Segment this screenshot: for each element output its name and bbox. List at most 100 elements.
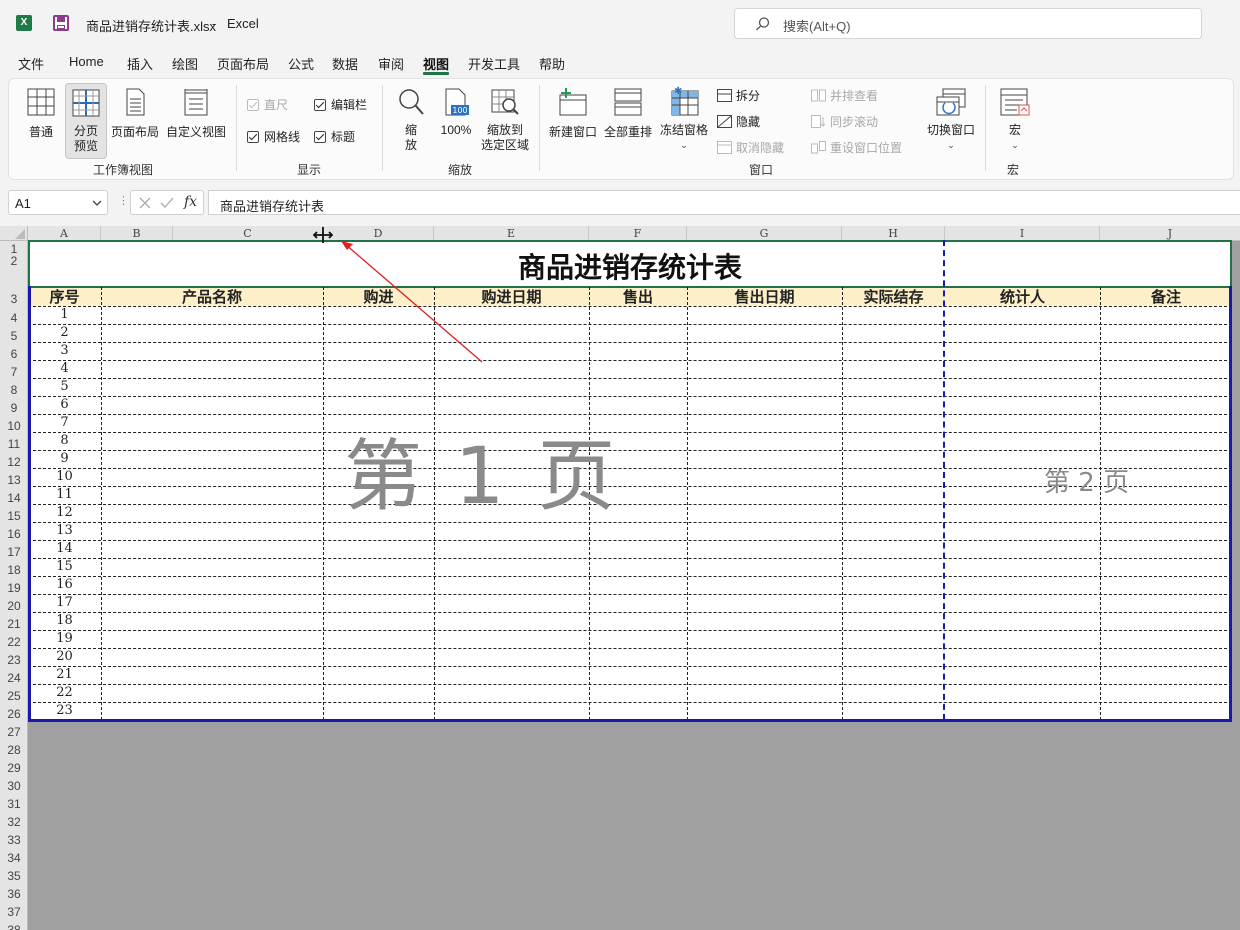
row-header[interactable]: 22 [0, 635, 28, 649]
worksheet[interactable]: A B C D E F G H I J 1 2 3 4 5 6 7 8 9 10 11 12 13 14 1… [0, 226, 1240, 930]
row-header[interactable]: 13 [0, 473, 28, 487]
serial-number-cell[interactable]: 17 [28, 595, 101, 611]
row-header[interactable]: 27 [0, 725, 28, 739]
row-header[interactable]: 4 [0, 311, 28, 325]
row-header[interactable]: 9 [0, 401, 28, 415]
row-header[interactable]: 11 [0, 437, 28, 451]
menu-page-layout[interactable]: 页面布局 [217, 54, 269, 73]
row-header[interactable]: 35 [0, 869, 28, 883]
row-header[interactable]: 12 [0, 455, 28, 469]
row-header[interactable]: 38 [0, 923, 28, 930]
menu-data[interactable]: 数据 [332, 54, 358, 73]
row-header[interactable]: 14 [0, 491, 28, 505]
serial-number-cell[interactable]: 4 [28, 361, 101, 377]
serial-number-cell[interactable]: 7 [28, 415, 101, 431]
column-title[interactable]: 售出 [589, 288, 687, 306]
row-header[interactable]: 10 [0, 419, 28, 433]
select-all-corner[interactable] [0, 226, 28, 241]
row-header[interactable]: 26 [0, 707, 28, 721]
serial-number-cell[interactable]: 22 [28, 685, 101, 701]
serial-number-cell[interactable]: 23 [28, 703, 101, 719]
row-header[interactable]: 15 [0, 509, 28, 523]
ruler-checkbox[interactable]: 直尺 [247, 96, 288, 113]
sheet-title[interactable]: 商品进销存统计表 [28, 246, 1232, 286]
headings-checkbox[interactable]: 标题 [314, 128, 355, 145]
serial-number-cell[interactable]: 18 [28, 613, 101, 629]
unhide-button[interactable]: 取消隐藏 [717, 139, 784, 156]
menu-insert[interactable]: 插入 [127, 54, 153, 73]
serial-number-cell[interactable]: 6 [28, 397, 101, 413]
row-header[interactable]: 5 [0, 329, 28, 343]
row-header[interactable]: 3 [0, 292, 28, 306]
row-header[interactable]: 17 [0, 545, 28, 559]
cancel-icon[interactable] [139, 197, 151, 209]
column-header-b[interactable]: B [101, 226, 173, 241]
new-window-button[interactable]: 新建窗口 [548, 87, 598, 140]
serial-number-cell[interactable]: 9 [28, 451, 101, 467]
macros-button[interactable]: 宏 ⌄ [997, 87, 1033, 153]
page-break-line[interactable] [943, 240, 945, 720]
serial-number-cell[interactable]: 8 [28, 433, 101, 449]
row-header[interactable]: 6 [0, 347, 28, 361]
zoom-button[interactable]: 缩 放 [395, 87, 427, 153]
row-header[interactable]: 28 [0, 743, 28, 757]
serial-number-cell[interactable]: 2 [28, 325, 101, 341]
name-box[interactable]: A1 [8, 190, 108, 215]
serial-number-cell[interactable]: 3 [28, 343, 101, 359]
view-side-by-side-button[interactable]: 并排查看 [811, 87, 878, 104]
row-header[interactable]: 23 [0, 653, 28, 667]
column-title[interactable]: 统计人 [945, 288, 1100, 306]
insert-function-icon[interactable]: fx [184, 194, 197, 210]
zoom-100-button[interactable]: 100 100% [437, 87, 475, 138]
serial-number-cell[interactable]: 1 [28, 307, 101, 323]
column-header-a[interactable]: A [28, 226, 101, 241]
row-header[interactable]: 18 [0, 563, 28, 577]
reset-window-position-button[interactable]: 重设窗口位置 [811, 139, 902, 156]
row-header[interactable]: 7 [0, 365, 28, 379]
row-header[interactable]: 29 [0, 761, 28, 775]
row-header[interactable]: 31 [0, 797, 28, 811]
sync-scroll-button[interactable]: 同步滚动 [811, 113, 878, 130]
column-title[interactable]: 序号 [28, 288, 101, 306]
save-icon[interactable] [53, 15, 69, 31]
serial-number-cell[interactable]: 15 [28, 559, 101, 575]
serial-number-cell[interactable]: 16 [28, 577, 101, 593]
row-header[interactable]: 20 [0, 599, 28, 613]
row-header[interactable]: 16 [0, 527, 28, 541]
row-header[interactable]: 8 [0, 383, 28, 397]
custom-views-button[interactable]: 自定义视图 [165, 87, 227, 140]
arrange-all-button[interactable]: 全部重排 [603, 87, 653, 140]
row-header[interactable]: 19 [0, 581, 28, 595]
row-header[interactable]: 2 [0, 254, 28, 268]
serial-number-cell[interactable]: 11 [28, 487, 101, 503]
zoom-to-selection-button[interactable]: 缩放到 选定区域 [479, 87, 531, 153]
page-area[interactable]: 商品进销存统计表 序号 产品名称 购进 购进日期 售出 售出日期 实际结存 统计人 备注 123… [28, 240, 1232, 722]
serial-number-cell[interactable]: 21 [28, 667, 101, 683]
menu-formulas[interactable]: 公式 [288, 54, 314, 73]
serial-number-cell[interactable]: 13 [28, 523, 101, 539]
serial-number-cell[interactable]: 12 [28, 505, 101, 521]
enter-icon[interactable] [160, 197, 174, 209]
menu-review[interactable]: 审阅 [378, 54, 404, 73]
menu-home[interactable]: Home [69, 54, 104, 69]
menu-help[interactable]: 帮助 [539, 54, 565, 73]
serial-number-cell[interactable]: 5 [28, 379, 101, 395]
column-header-g[interactable]: G [687, 226, 842, 241]
menu-draw[interactable]: 绘图 [172, 54, 198, 73]
split-button[interactable]: 拆分 [717, 87, 760, 104]
search-box[interactable]: 搜索(Alt+Q) [734, 8, 1202, 39]
row-header[interactable]: 30 [0, 779, 28, 793]
menu-file[interactable]: 文件 [18, 54, 44, 73]
hide-button[interactable]: 隐藏 [717, 113, 760, 130]
column-header-i[interactable]: I [945, 226, 1100, 241]
formula-bar-more-icon[interactable]: ⋮ [118, 194, 129, 207]
column-title[interactable]: 备注 [1100, 288, 1232, 306]
serial-number-cell[interactable]: 14 [28, 541, 101, 557]
row-header[interactable]: 34 [0, 851, 28, 865]
column-header-j[interactable]: J [1100, 226, 1240, 241]
row-header[interactable]: 24 [0, 671, 28, 685]
serial-number-cell[interactable]: 10 [28, 469, 101, 485]
column-title[interactable]: 产品名称 [101, 288, 323, 306]
menu-view[interactable]: 视图 [423, 54, 449, 73]
page-layout-view-button[interactable]: 页面布局 [109, 87, 161, 140]
